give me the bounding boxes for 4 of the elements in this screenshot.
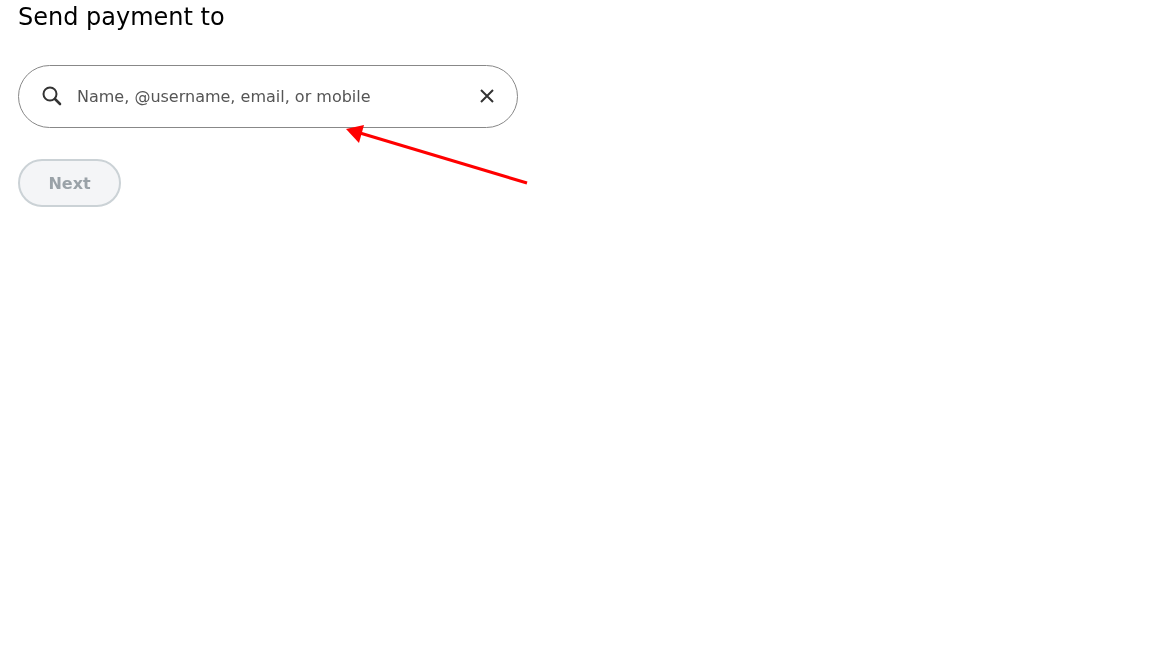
close-icon[interactable] <box>480 89 494 103</box>
search-icon <box>42 86 62 106</box>
search-field[interactable]: Name, @username, email, or mobile <box>18 65 518 128</box>
page-title: Send payment to <box>18 2 225 33</box>
